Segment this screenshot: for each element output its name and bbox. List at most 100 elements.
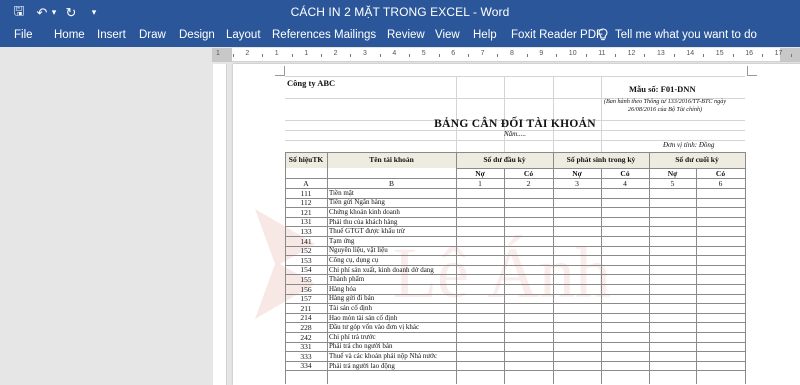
ruler-tick [761,54,763,57]
window-title: CÁCH IN 2 MẶT TRONG EXCEL - Word [290,5,510,19]
ruler-tick [262,54,264,57]
ruler-tick [438,54,440,57]
grid-line [285,255,745,257]
ruler-tick [556,54,558,57]
grid-line [745,152,746,385]
tab-mailings[interactable]: Mailings [334,29,376,41]
tab-design[interactable]: Design [179,29,215,41]
header-opening: Số dư đầu kỳ [483,155,526,164]
account-code: 141 [300,236,312,246]
grid-line [504,168,505,385]
tab-insert[interactable]: Insert [97,29,126,41]
sheet-title: BẢNG CÂN ĐỐI TÀI KHOẢN [434,118,596,130]
header-period: Số phát sinh trong kỳ [566,155,636,164]
tell-me-box[interactable]: Tell me what you want to do [598,28,757,42]
grid-line [456,152,457,385]
account-code: 211 [300,303,312,313]
header-debit: Nợ [572,169,582,178]
tab-references[interactable]: References [272,29,331,41]
account-name: Phải thu của khách hàng [329,217,398,226]
column-code: 4 [623,179,627,188]
tab-file[interactable]: File [14,29,33,41]
header-closing: Số dư cuối kỳ [675,155,719,164]
ruler-number: 1 [304,50,309,57]
grid-line [285,207,745,209]
grid-line [285,236,745,237]
header-credit: Có [523,169,534,178]
grid-line [285,303,745,305]
account-code: 112 [300,198,312,208]
ruler-number: 2 [245,50,250,57]
account-code: 156 [300,284,312,294]
account-code: 111 [300,188,312,198]
account-code: 152 [300,246,312,256]
lightbulb-icon [598,28,608,41]
tab-draw[interactable]: Draw [139,29,166,41]
ruler-tick [467,54,469,57]
ruler-number: 1 [216,50,220,57]
grid-line [649,152,650,385]
tab-view[interactable]: View [435,29,460,41]
form-note: (Ban hành theo Thông tư 133/2016/TT-BTC … [603,98,727,105]
column-code: 2 [526,179,531,188]
column-code: B [388,179,394,188]
tab-layout[interactable]: Layout [226,29,261,41]
company-name: Công ty ABC [287,78,336,88]
grid-line [504,76,505,152]
grid-line [285,188,745,189]
form-code: Mẫu số: F01-DNN [629,84,696,94]
account-name: Chi phí sản xuất, kinh doanh dở dang [329,265,434,274]
horizontal-ruler[interactable]: 121123456789101112131415161718 [212,48,800,62]
grid-line [285,216,745,218]
ruler-number: 8 [510,50,514,57]
grid-line [285,274,745,276]
form-note: 26/08/2016 của Bộ Tài chính) [627,106,703,113]
ruler-tick [644,54,646,57]
account-name: Phải trả cho người bán [329,342,393,351]
tab-help[interactable]: Help [473,29,497,41]
ruler-tick [379,54,381,57]
ruler-tick [497,54,499,57]
ruler-tick [732,54,734,57]
ruler-tick [673,54,675,57]
grid-line [285,152,286,385]
account-code: 331 [300,342,312,352]
ruler-number: 3 [363,50,367,57]
ruler-margin-right [780,48,800,62]
ruler-tick [526,54,528,57]
ruler-number: 11 [598,50,606,57]
account-name: Tiền mặt [329,188,354,197]
sheet-year: Năm..... [504,130,526,138]
header-debit: Nợ [475,169,485,178]
ruler-number: 4 [392,50,397,57]
account-name: Tạm ứng [329,236,355,245]
tab-foxit-reader-pdf[interactable]: Foxit Reader PDF [511,29,603,41]
account-code: 121 [300,207,312,217]
account-code: 155 [300,274,312,284]
account-name: Tiền gửi Ngân hàng [329,198,385,207]
margin-corner-mark [275,66,285,76]
column-code: 5 [670,179,675,188]
ruler-tick [409,54,411,57]
grid-line [456,76,457,152]
grid-line [285,76,745,77]
currency-unit: Đơn vị tính: Đồng [663,141,715,149]
vertical-ruler[interactable] [213,64,227,385]
account-name: Đầu tư góp vốn vào đơn vị khác [329,323,420,332]
ruler-number: 12 [627,50,636,57]
account-name: Hàng hóa [329,284,357,293]
account-code: 153 [300,255,312,265]
grid-line [601,168,602,385]
tab-review[interactable]: Review [387,29,425,41]
ruler-number: 7 [480,50,485,57]
grid-line [285,351,745,353]
header-credit: Có [715,169,726,178]
ruler-tick [585,54,587,57]
account-code: 154 [300,265,312,275]
ruler-number: 5 [421,50,426,57]
grid-line [601,76,602,152]
ribbon-tabs: File Home Insert Draw Design Layout References… [0,25,800,47]
document-page[interactable]: Lê Ánh Công ty ABC Mẫu số: F01-DNN (Ban hà… [233,64,800,385]
tab-home[interactable]: Home [54,29,85,41]
title-bar: 🖫 ↶ ▾ ↻ ▾ CÁCH IN 2 MẶT TRONG EXCEL - Word [0,0,800,25]
